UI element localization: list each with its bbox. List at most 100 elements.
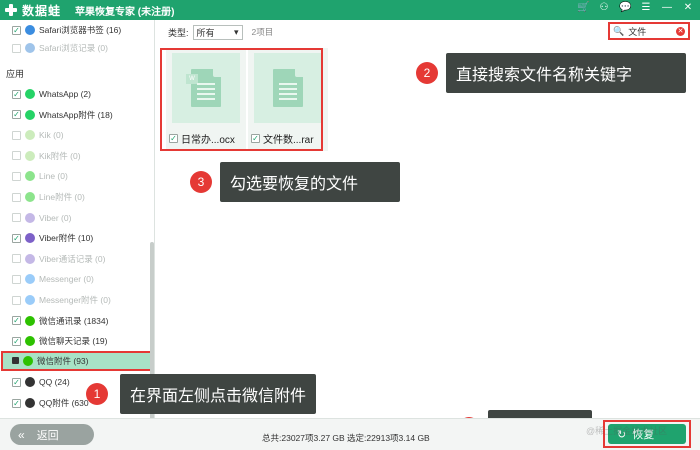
type-select-value: 所有 [196,27,215,38]
sidebar-item-label: WhatsApp附件 (18) [39,109,113,120]
type-select[interactable]: 所有 ▾ [192,24,243,40]
cart-icon[interactable]: 🛒 [577,2,589,13]
sidebar-item[interactable]: Viber (0) [0,208,148,228]
type-label: 类型: [168,27,189,38]
sidebar-item-label: Viber附件 (10) [39,233,94,244]
user-icon[interactable]: ⚇ [598,2,610,13]
sidebar-item-label: 微信聊天记录 (19) [39,336,108,347]
title-bar-controls: 🛒 ⚇ 💬 ☰ — ✕ [577,2,694,13]
sidebar-item-label: Messenger附件 (0) [39,295,111,305]
back-button[interactable]: « 返回 [10,424,94,445]
sidebar-item[interactable]: Viber通话记录 (0) [0,249,148,269]
checkbox[interactable]: ✓ [12,377,21,387]
checkbox[interactable] [12,274,21,284]
qq-icon [25,398,35,408]
viber-icon [25,233,35,244]
watermark: @稀土掘金技术社区 [586,426,668,436]
checkbox[interactable] [12,130,21,140]
chevron-down-icon: ▾ [233,26,239,37]
plus-logo-icon [4,3,18,17]
checkbox[interactable] [12,295,21,305]
sidebar-item-label: WhatsApp (2) [39,89,91,99]
checkbox[interactable] [12,151,21,161]
sidebar-item[interactable]: ✓ 微信通讯录 (1834) [0,311,148,331]
safari-icon [25,43,35,53]
safari-icon [25,25,35,35]
category-sidebar: ✓ Safari浏览器书签 (16) Safari浏览记录 (0) 应用 ✓ Wh… [0,20,155,418]
sidebar-item-label: Viber通话记录 (0) [39,253,106,264]
sidebar-item[interactable]: ✓ 微信聊天记录 (19) [0,331,148,351]
sidebar-item[interactable]: ✓ Viber附件 (10) [0,228,148,248]
close-icon[interactable]: ✕ [682,2,694,13]
step-text: 在界面左侧点击微信附件 [120,374,317,414]
checkbox[interactable] [12,213,21,223]
sidebar-item-safari-history[interactable]: Safari浏览记录 (0) [0,38,148,58]
step-text: 直接搜索文件名称关键字 [446,53,686,93]
viber-icon [25,212,35,223]
checkbox[interactable] [12,357,19,365]
sidebar-item-safari-bookmarks[interactable]: ✓ Safari浏览器书签 (16) [0,20,148,40]
viber-icon [25,253,35,264]
item-count: 2项目 [251,27,274,37]
checkbox[interactable]: ✓ [12,316,21,326]
messenger-icon [25,274,35,285]
sidebar-item[interactable]: Line附件 (0) [0,187,148,207]
checkbox[interactable]: ✓ [12,336,21,346]
step-number: 3 [190,171,212,193]
qq-icon [25,377,35,388]
sidebar-item[interactable]: Messenger附件 (0) [0,290,148,310]
app-logo: 数据蛙 [4,2,61,19]
wechat-icon [23,355,33,366]
search-value[interactable]: 文件 [628,25,676,38]
sidebar-item-label: QQ (24) [39,377,70,388]
sidebar-item-label: QQ附件 (630 [39,398,89,408]
checkbox[interactable] [12,43,21,53]
checkbox[interactable] [12,254,21,264]
sidebar-item[interactable]: 微信附件 (93) [1,350,153,371]
title-bar: 数据蛙 苹果恢复专家 (未注册) 🛒 ⚇ 💬 ☰ — ✕ [0,0,700,20]
checkbox[interactable]: ✓ [12,25,21,35]
search-icon: 🔍 [613,25,625,36]
checkbox[interactable]: ✓ [12,233,21,243]
sidebar-item-label: Safari浏览器书签 (16) [39,25,122,35]
step-text: 勾选要恢复的文件 [220,162,400,202]
sidebar-item-label: Safari浏览记录 (0) [39,43,108,53]
sidebar-item-label: 微信通讯录 (1834) [39,315,109,326]
sidebar-item-label: Line (0) [39,171,68,182]
sidebar-item[interactable]: ✓ WhatsApp (2) [0,84,148,104]
files-highlight-box [160,48,323,151]
sidebar-item-label: 微信附件 (93) [37,355,89,366]
menu-icon[interactable]: ☰ [640,2,652,13]
checkbox[interactable]: ✓ [12,89,21,99]
checkbox[interactable] [12,192,21,202]
kik-icon [25,150,35,161]
sidebar-item[interactable]: Kik附件 (0) [0,146,148,166]
selection-stats: 总共:23027项3.27 GB 选定:22913项3.14 GB [262,433,430,443]
sidebar-item-label: Messenger (0) [39,274,94,285]
sidebar-item[interactable]: Kik (0) [0,125,148,145]
sidebar-item[interactable]: ✓ WhatsApp附件 (18) [0,105,148,125]
search-input[interactable]: 🔍 文件 ✕ [608,22,690,40]
sidebar-item-label: Kik (0) [39,130,64,141]
double-chevron-left-icon: « [18,427,25,442]
minimize-icon[interactable]: — [661,2,673,13]
whatsapp-icon [25,109,35,120]
messenger-icon [25,295,35,305]
checkbox[interactable]: ✓ [12,398,21,408]
wechat-icon [25,315,35,326]
clear-icon[interactable]: ✕ [676,26,685,36]
sidebar-item-label: Line附件 (0) [39,192,85,202]
sidebar-item-label: Kik附件 (0) [39,150,81,161]
filter-bar: 类型: 所有 ▾ 2项目 🔍 文件 ✕ [156,20,700,44]
callout-step-2: 2 直接搜索文件名称关键字 [416,53,686,93]
callout-step-3: 3 勾选要恢复的文件 [190,162,400,202]
back-button-label: 返回 [36,429,59,442]
sidebar-item-label: Viber (0) [39,212,72,223]
sidebar-item[interactable]: Messenger (0) [0,269,148,289]
section-header-apps: 应用 [6,69,25,79]
sidebar-item[interactable]: Line (0) [0,166,148,186]
checkbox[interactable] [12,171,21,181]
checkbox[interactable]: ✓ [12,110,21,120]
chat-icon[interactable]: 💬 [619,2,631,13]
callout-step-1: 1 在界面左侧点击微信附件 [86,374,317,414]
